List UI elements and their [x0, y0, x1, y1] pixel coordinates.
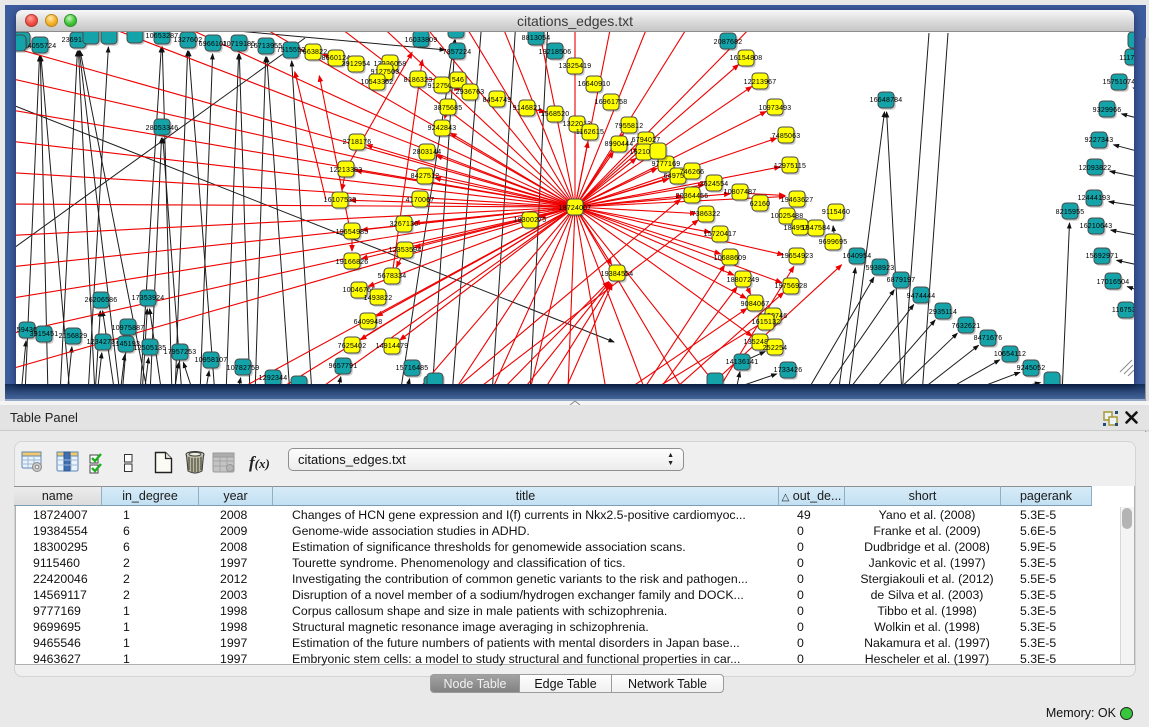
svg-text:7625402: 7625402 — [338, 343, 367, 350]
svg-text:2935114: 2935114 — [929, 309, 957, 316]
svg-text:8813054: 8813054 — [522, 35, 551, 42]
svg-text:252254: 252254 — [763, 345, 788, 352]
svg-text:12975115: 12975115 — [774, 163, 806, 170]
svg-text:62160: 62160 — [750, 201, 770, 208]
svg-text:2803144: 2803144 — [413, 149, 442, 156]
svg-text:15720417: 15720417 — [704, 231, 737, 238]
svg-text:17957253: 17957253 — [164, 349, 197, 356]
svg-text:10543362: 10543362 — [361, 79, 394, 86]
svg-text:9699695: 9699695 — [819, 239, 848, 246]
svg-text:16648784: 16648784 — [870, 97, 903, 104]
svg-text:2087682: 2087682 — [714, 39, 743, 46]
svg-text:19463627: 19463627 — [781, 197, 814, 204]
svg-text:13325419: 13325419 — [559, 63, 592, 70]
svg-text:16640910: 16640910 — [578, 81, 611, 88]
svg-text:19756928: 19756928 — [775, 283, 808, 290]
svg-text:4170067: 4170067 — [406, 197, 435, 204]
svg-text:7632621: 7632621 — [952, 323, 981, 330]
svg-text:12093822: 12093822 — [1079, 165, 1112, 172]
svg-text:6409948: 6409948 — [354, 319, 383, 326]
svg-text:16107535: 16107535 — [324, 197, 357, 204]
svg-text:3875685: 3875685 — [434, 105, 463, 112]
svg-text:9777169: 9777169 — [652, 161, 681, 168]
svg-text:10958107: 10958107 — [195, 357, 228, 364]
svg-text:3912954: 3912954 — [342, 61, 371, 68]
svg-text:16154808: 16154808 — [730, 55, 763, 62]
svg-text:12444193: 12444193 — [1078, 195, 1111, 202]
svg-text:15716485: 15716485 — [396, 365, 429, 372]
svg-text:19218506: 19218506 — [539, 49, 572, 56]
svg-text:3267130: 3267130 — [390, 221, 419, 228]
svg-text:12213383: 12213383 — [330, 167, 363, 174]
svg-text:10975887: 10975887 — [112, 325, 145, 332]
svg-text:7857224: 7857224 — [443, 49, 472, 56]
svg-text:1117504: 1117504 — [1119, 55, 1134, 62]
svg-text:9242843: 9242843 — [428, 125, 457, 132]
svg-text:18807249: 18807249 — [727, 277, 760, 284]
svg-text:15751074: 15751074 — [1103, 79, 1134, 86]
svg-text:9146821: 9146821 — [513, 105, 542, 112]
svg-text:14055724: 14055724 — [24, 43, 57, 50]
svg-text:9084067: 9084067 — [741, 301, 770, 308]
svg-text:2718176: 2718176 — [343, 139, 372, 146]
svg-text:18724007: 18724007 — [559, 205, 592, 212]
svg-text:1847584: 1847584 — [802, 225, 831, 232]
svg-text:10807487: 10807487 — [724, 189, 757, 196]
svg-text:7485063: 7485063 — [772, 133, 801, 140]
svg-text:1640954: 1640954 — [843, 253, 872, 260]
svg-text:3624554: 3624554 — [700, 181, 729, 188]
svg-text:19384554: 19384554 — [601, 271, 634, 278]
svg-text:8215955: 8215955 — [1056, 209, 1085, 216]
svg-text:1167533: 1167533 — [1112, 307, 1134, 314]
svg-text:1292344: 1292344 — [259, 375, 288, 382]
svg-text:10973493: 10973493 — [759, 105, 792, 112]
svg-text:15692971: 15692971 — [1086, 253, 1119, 260]
svg-text:5678334: 5678334 — [378, 273, 407, 280]
svg-text:17353924: 17353924 — [132, 295, 165, 302]
svg-text:12213967: 12213967 — [744, 79, 777, 86]
svg-text:8427512: 8427512 — [411, 173, 440, 180]
svg-text:14914479: 14914479 — [376, 343, 409, 350]
svg-text:546: 546 — [452, 77, 464, 84]
svg-text:10654112: 10654112 — [994, 351, 1026, 358]
svg-text:17016504: 17016504 — [1097, 279, 1130, 286]
svg-text:9245052: 9245052 — [1017, 365, 1046, 372]
svg-text:3915451: 3915451 — [30, 331, 59, 338]
svg-text:8990444: 8990444 — [605, 141, 634, 148]
svg-text:16033809: 16033809 — [405, 37, 438, 44]
svg-text:746266: 746266 — [680, 169, 705, 176]
svg-text:12505135: 12505135 — [134, 345, 167, 352]
svg-text:1162615: 1162615 — [576, 129, 604, 136]
svg-text:1615132: 1615132 — [752, 319, 781, 326]
svg-text:1733426: 1733426 — [774, 367, 803, 374]
svg-text:7386322: 7386322 — [692, 211, 721, 218]
svg-text:18300275: 18300275 — [514, 217, 547, 224]
svg-text:19654923: 19654923 — [781, 253, 814, 260]
svg-text:10688609: 10688609 — [714, 255, 747, 262]
svg-text:7955812: 7955812 — [615, 123, 644, 130]
svg-text:19654985: 19654985 — [336, 229, 369, 236]
svg-text:16961758: 16961758 — [595, 99, 628, 106]
svg-text:14136141: 14136141 — [726, 359, 759, 366]
svg-text:1568520: 1568520 — [541, 111, 570, 118]
svg-text:19166826: 19166826 — [336, 259, 369, 266]
svg-text:16210643: 16210643 — [1080, 223, 1113, 230]
svg-text:2156829: 2156829 — [59, 333, 88, 340]
svg-text:9227343: 9227343 — [1085, 137, 1114, 144]
svg-text:6879197: 6879197 — [887, 277, 916, 284]
svg-text:9474444: 9474444 — [907, 293, 936, 300]
svg-text:28053346: 28053346 — [146, 125, 179, 132]
svg-text:1493822: 1493822 — [364, 295, 393, 302]
svg-text:20364456: 20364456 — [676, 193, 709, 200]
svg-text:12353594: 12353594 — [389, 247, 422, 254]
svg-text:5938923: 5938923 — [866, 265, 895, 272]
svg-text:10782759: 10782759 — [227, 365, 260, 372]
svg-text:26206586: 26206586 — [85, 297, 118, 304]
svg-text:9329966: 9329966 — [1093, 107, 1122, 114]
svg-text:9115460: 9115460 — [822, 209, 850, 216]
svg-text:8454749: 8454749 — [483, 97, 512, 104]
svg-text:8471676: 8471676 — [974, 335, 1003, 342]
svg-text:9657791: 9657791 — [329, 363, 358, 370]
svg-text:2936763: 2936763 — [456, 89, 485, 96]
